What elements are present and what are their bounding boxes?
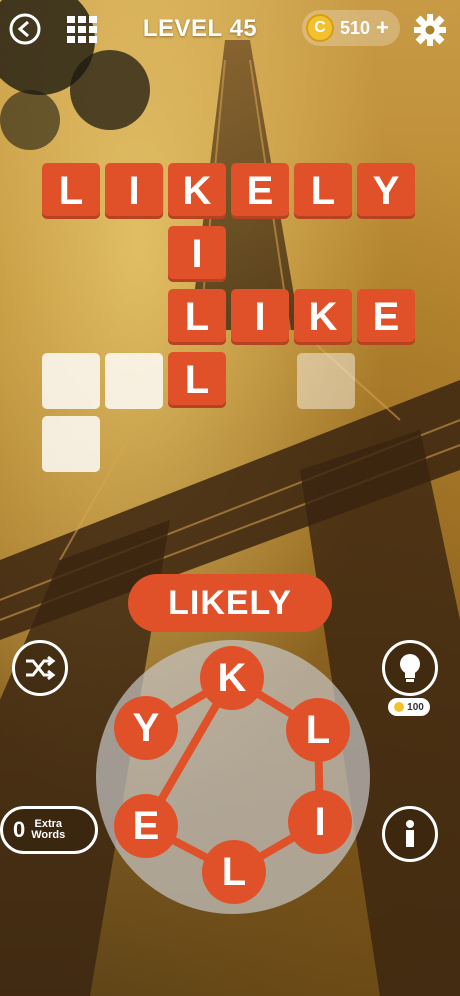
wheel-letter[interactable]: E <box>114 794 178 858</box>
back-arrow-icon <box>9 13 41 45</box>
shuffle-icon <box>26 655 56 681</box>
crossword-tile: L <box>294 163 352 219</box>
coin-icon <box>394 702 405 712</box>
crossword-tile-empty <box>42 353 100 409</box>
crossword-tile-empty <box>105 353 163 409</box>
crossword-tile: L <box>42 163 100 219</box>
back-button[interactable] <box>6 10 44 48</box>
coin-balance[interactable]: C 510 + <box>302 10 400 46</box>
extra-words-label-line2: Words <box>31 829 66 841</box>
lightbulb-icon <box>400 654 420 682</box>
menu-button[interactable] <box>64 12 100 46</box>
coin-icon: C <box>306 14 334 42</box>
crossword-tile: L <box>168 289 226 345</box>
extra-words-button[interactable]: 0 Extra Words <box>0 806 98 854</box>
top-bar: LEVEL 45 C 510 + <box>0 0 460 58</box>
extra-words-count: 0 <box>13 817 26 842</box>
crossword-tile-empty <box>42 416 100 472</box>
coin-count: 510 <box>340 17 371 38</box>
crossword-tile: I <box>168 226 226 282</box>
crossword-tile: I <box>105 163 163 219</box>
crossword-tile: Y <box>357 163 415 219</box>
gear-icon <box>414 14 446 46</box>
grid-menu-icon <box>67 16 97 43</box>
hint-cost: 100 <box>407 701 424 713</box>
crossword-tile: I <box>231 289 289 345</box>
wheel-letter[interactable]: Y <box>114 696 178 760</box>
add-coins-button[interactable]: + <box>376 15 389 41</box>
crossword-tile: K <box>168 163 226 219</box>
crossword-tile: K <box>294 289 352 345</box>
level-title: LEVEL 45 <box>142 15 258 42</box>
info-button[interactable] <box>382 806 438 862</box>
crossword-tile: E <box>231 163 289 219</box>
crossword-tile: E <box>357 289 415 345</box>
wheel-letter[interactable]: K <box>200 646 264 710</box>
info-icon <box>406 820 414 847</box>
wheel-letter[interactable]: L <box>202 840 266 904</box>
hint-cost-badge: 100 <box>388 698 430 716</box>
extra-words-label: Extra Words <box>31 819 65 841</box>
wheel-letter[interactable]: L <box>286 698 350 762</box>
hint-button[interactable] <box>382 640 438 696</box>
crossword-tile-empty <box>297 353 355 409</box>
wheel-letter[interactable]: I <box>288 790 352 854</box>
shuffle-button[interactable] <box>12 640 68 696</box>
settings-button[interactable] <box>410 10 450 50</box>
current-word-display: LIKELY <box>128 574 332 632</box>
crossword-tile: L <box>168 352 226 408</box>
